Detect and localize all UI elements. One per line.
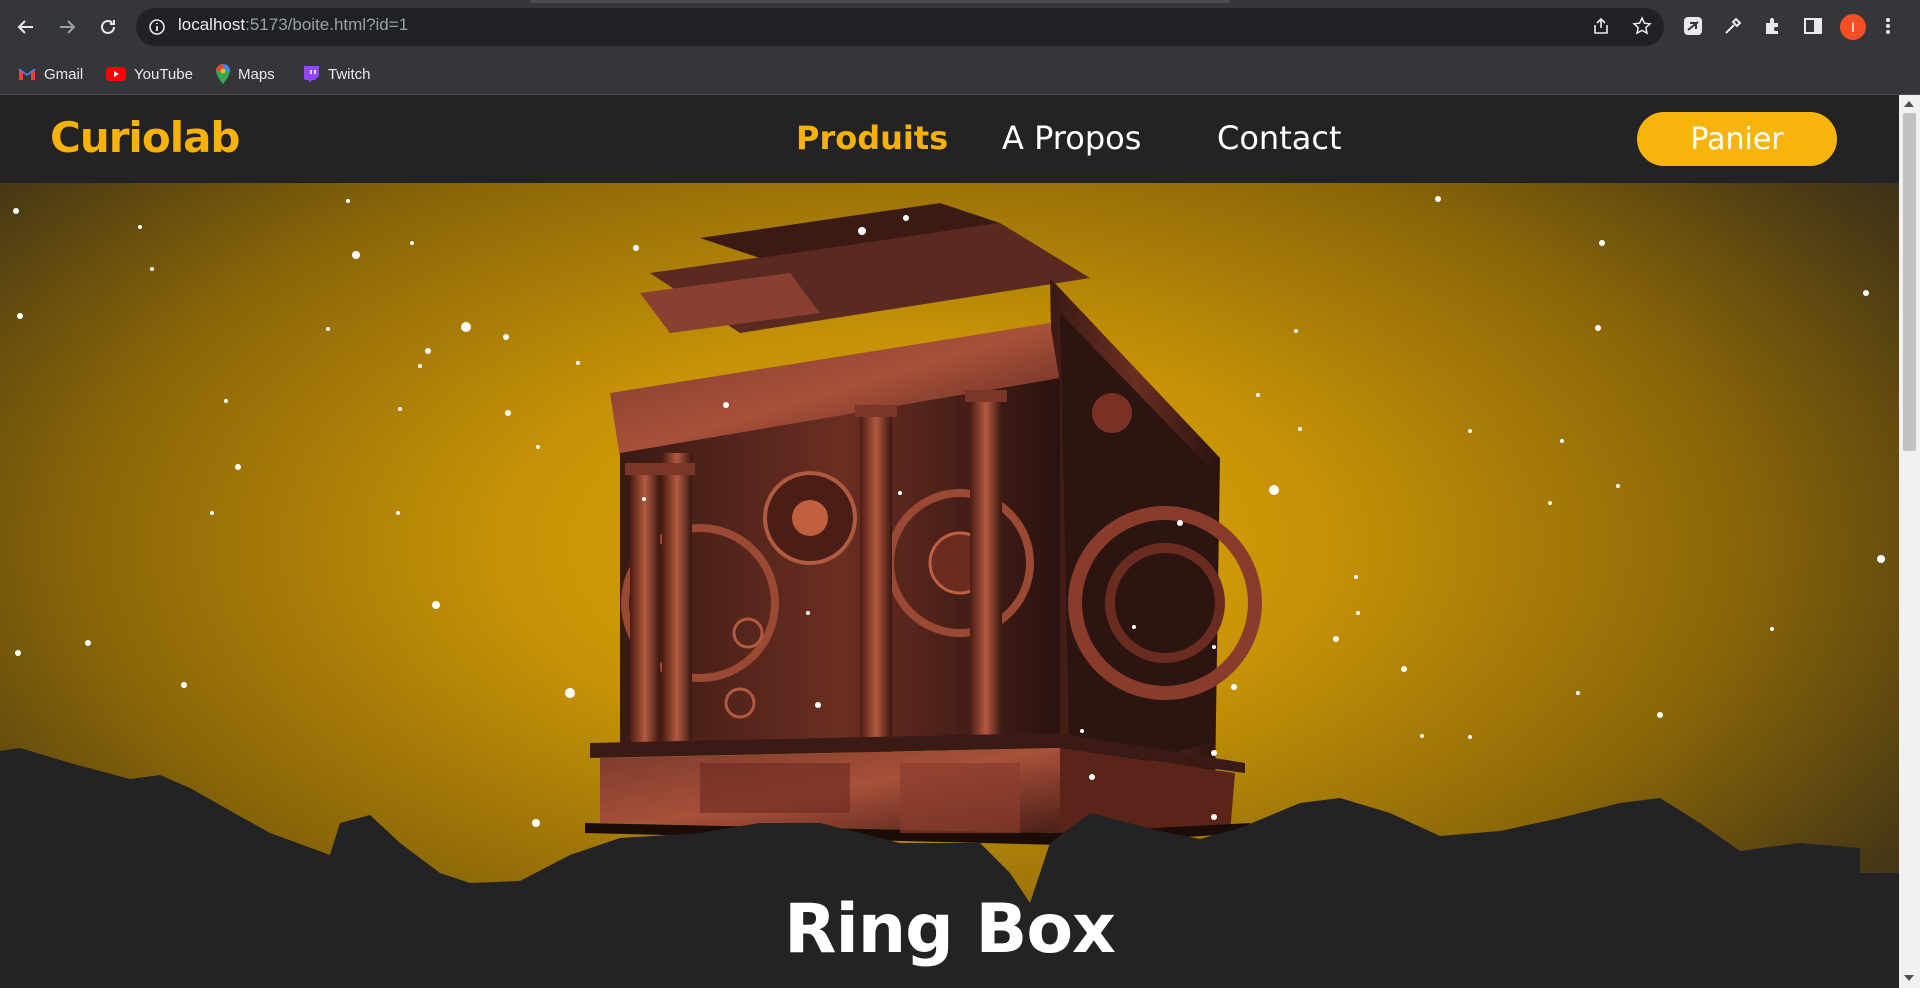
puzzle-icon[interactable] bbox=[1762, 15, 1784, 37]
reload-button[interactable] bbox=[94, 13, 122, 41]
info-icon[interactable] bbox=[148, 18, 166, 36]
arrow-right-icon bbox=[60, 20, 76, 34]
back-button[interactable] bbox=[12, 13, 40, 41]
color-picker-icon[interactable] bbox=[1722, 15, 1744, 37]
product-title: Ring Box bbox=[784, 890, 1116, 969]
reload-icon bbox=[101, 19, 115, 34]
profile-avatar[interactable]: I bbox=[1840, 14, 1866, 40]
site-header: Curiolab Produits A Propos Contact Panie… bbox=[0, 95, 1899, 183]
tab-strip bbox=[530, 0, 1230, 3]
youtube-icon bbox=[106, 67, 126, 81]
bookmark-gmail[interactable]: Gmail bbox=[18, 62, 83, 86]
extension-app-icon[interactable] bbox=[1682, 15, 1704, 37]
forward-button[interactable] bbox=[53, 13, 81, 41]
browser-toolbar: localhost:5173/boite.html?id=1 I bbox=[0, 0, 1920, 54]
bookmark-twitch[interactable]: Twitch bbox=[302, 62, 371, 86]
arrow-left-icon bbox=[17, 20, 33, 34]
url-text[interactable]: localhost:5173/boite.html?id=1 bbox=[178, 15, 408, 35]
site-logo[interactable]: Curiolab bbox=[50, 113, 240, 162]
nav-produits[interactable]: Produits bbox=[796, 119, 948, 157]
menu-kebab-icon[interactable] bbox=[1882, 15, 1894, 37]
hero-scene bbox=[0, 196, 1899, 988]
maps-icon bbox=[216, 64, 230, 84]
nav-a-propos[interactable]: A Propos bbox=[1002, 119, 1141, 157]
bookmark-maps[interactable]: Maps bbox=[216, 62, 275, 86]
bookmark-youtube[interactable]: YouTube bbox=[106, 62, 193, 86]
web-page: Curiolab Produits A Propos Contact Panie… bbox=[0, 95, 1899, 988]
star-icon[interactable] bbox=[1632, 16, 1652, 36]
product-3d-viewer[interactable] bbox=[0, 183, 1899, 988]
page-scrollbar[interactable] bbox=[1899, 95, 1920, 988]
side-panel-icon[interactable] bbox=[1802, 15, 1824, 37]
twitch-icon bbox=[304, 66, 319, 83]
gmail-icon bbox=[18, 68, 36, 80]
scroll-thumb[interactable] bbox=[1903, 113, 1916, 451]
scroll-down-arrow-icon[interactable] bbox=[1904, 975, 1914, 981]
cart-button[interactable]: Panier bbox=[1637, 112, 1837, 166]
ring-box-model bbox=[585, 203, 1262, 845]
nav-contact[interactable]: Contact bbox=[1217, 119, 1342, 157]
bookmarks-bar: Gmail YouTube Maps Twitch bbox=[0, 54, 1920, 95]
scroll-up-arrow-icon[interactable] bbox=[1904, 101, 1914, 107]
share-icon[interactable] bbox=[1591, 16, 1611, 36]
